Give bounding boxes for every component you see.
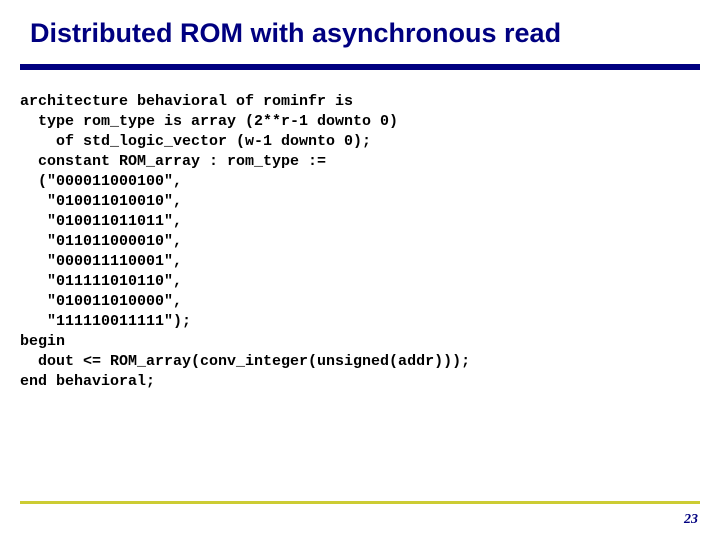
- slide-title: Distributed ROM with asynchronous read: [30, 18, 690, 49]
- code-block: architecture behavioral of rominfr is ty…: [20, 92, 700, 392]
- footer-rule: [20, 501, 700, 504]
- page-number: 23: [684, 512, 698, 528]
- title-rule: [20, 64, 700, 70]
- slide: Distributed ROM with asynchronous read a…: [0, 0, 720, 540]
